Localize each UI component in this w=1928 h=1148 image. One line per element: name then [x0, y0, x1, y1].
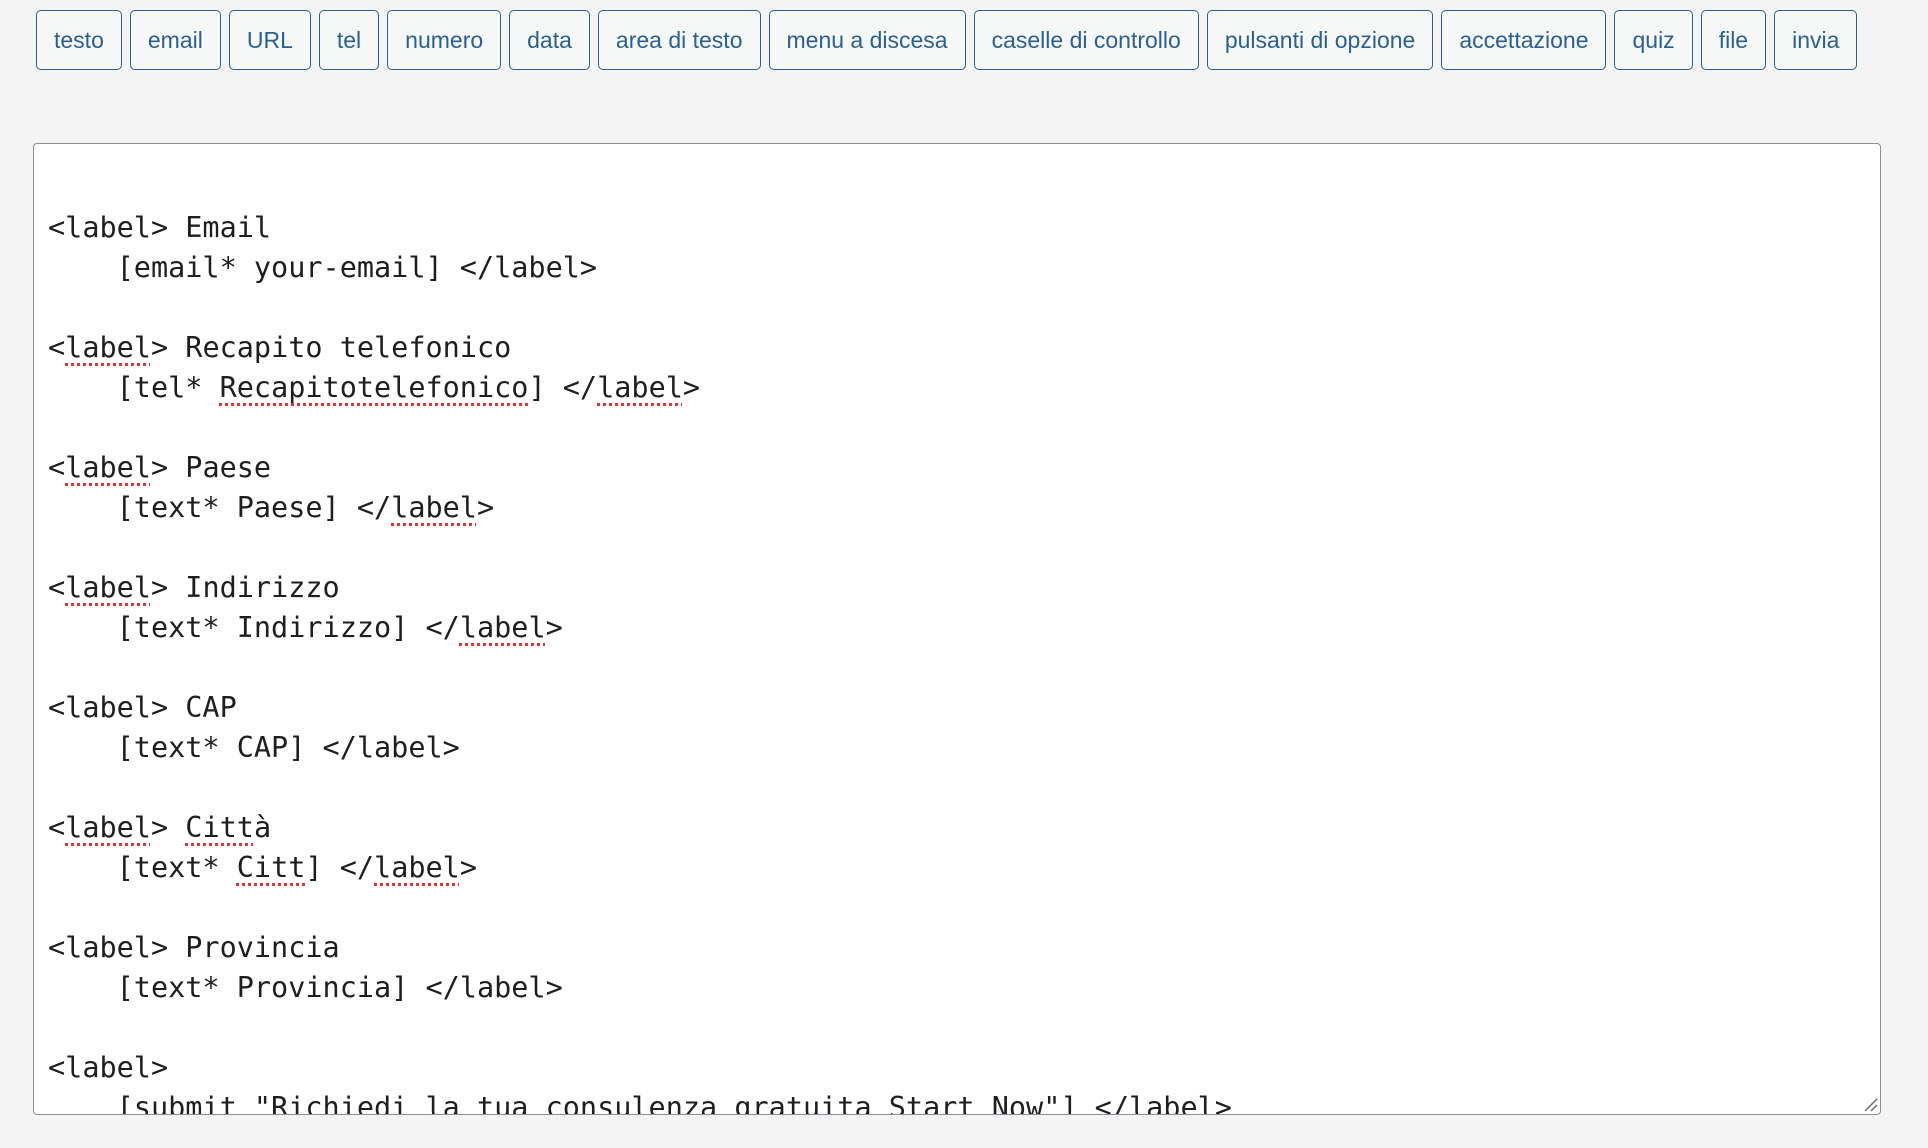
tag-button-file[interactable]: file — [1700, 10, 1767, 70]
code-line: [tel* Recapitotelefonico] </label> — [48, 371, 701, 404]
tag-button-invia[interactable]: invia — [1774, 10, 1858, 70]
code-line: [email* your-email] </label> — [48, 251, 598, 284]
code-line: [submit "Richiedi la tua consulenza grat… — [48, 1091, 1232, 1115]
tag-button-pulsanti-di-opzione[interactable]: pulsanti di opzione — [1206, 10, 1434, 70]
tag-button-tel[interactable]: tel — [318, 10, 380, 70]
tag-button-numero[interactable]: numero — [387, 10, 502, 70]
tag-button-data[interactable]: data — [509, 10, 590, 70]
code-line: <label> Paese — [48, 451, 272, 484]
code-textarea-content[interactable]: <label> Email [email* your-email] </labe… — [48, 144, 1880, 1115]
code-line: <label> Indirizzo — [48, 571, 340, 604]
code-line: [text* Indirizzo] </label> — [48, 611, 563, 644]
code-line: <label> — [48, 1051, 169, 1084]
tag-button-caselle-di-controllo[interactable]: caselle di controllo — [973, 10, 1199, 70]
code-line: [text* Paese] </label> — [48, 491, 495, 524]
code-line: <label> Provincia — [48, 931, 340, 964]
code-line: <label> Recapito telefonico — [48, 331, 512, 364]
tag-button-email[interactable]: email — [129, 10, 221, 70]
tag-button-area-di-testo[interactable]: area di testo — [597, 10, 761, 70]
code-line: [text* Citt] </label> — [48, 851, 477, 884]
tag-generator-toolbar: testo email URL tel numero data area di … — [36, 10, 1866, 70]
code-line: <label> Città — [48, 811, 272, 844]
form-template-editor[interactable]: <label> Email [email* your-email] </labe… — [33, 143, 1881, 1115]
resize-handle-icon[interactable] — [1862, 1096, 1878, 1112]
code-line: [text* CAP] </label> — [48, 731, 460, 764]
tag-button-accettazione[interactable]: accettazione — [1441, 10, 1607, 70]
tag-button-quiz[interactable]: quiz — [1614, 10, 1693, 70]
code-line: [text* Provincia] </label> — [48, 971, 563, 1004]
tag-button-menu-a-discesa[interactable]: menu a discesa — [768, 10, 966, 70]
tag-button-testo[interactable]: testo — [36, 10, 122, 70]
tag-button-url[interactable]: URL — [228, 10, 311, 70]
code-line: <label> CAP — [48, 691, 237, 724]
code-line: <label> Email — [48, 211, 272, 244]
